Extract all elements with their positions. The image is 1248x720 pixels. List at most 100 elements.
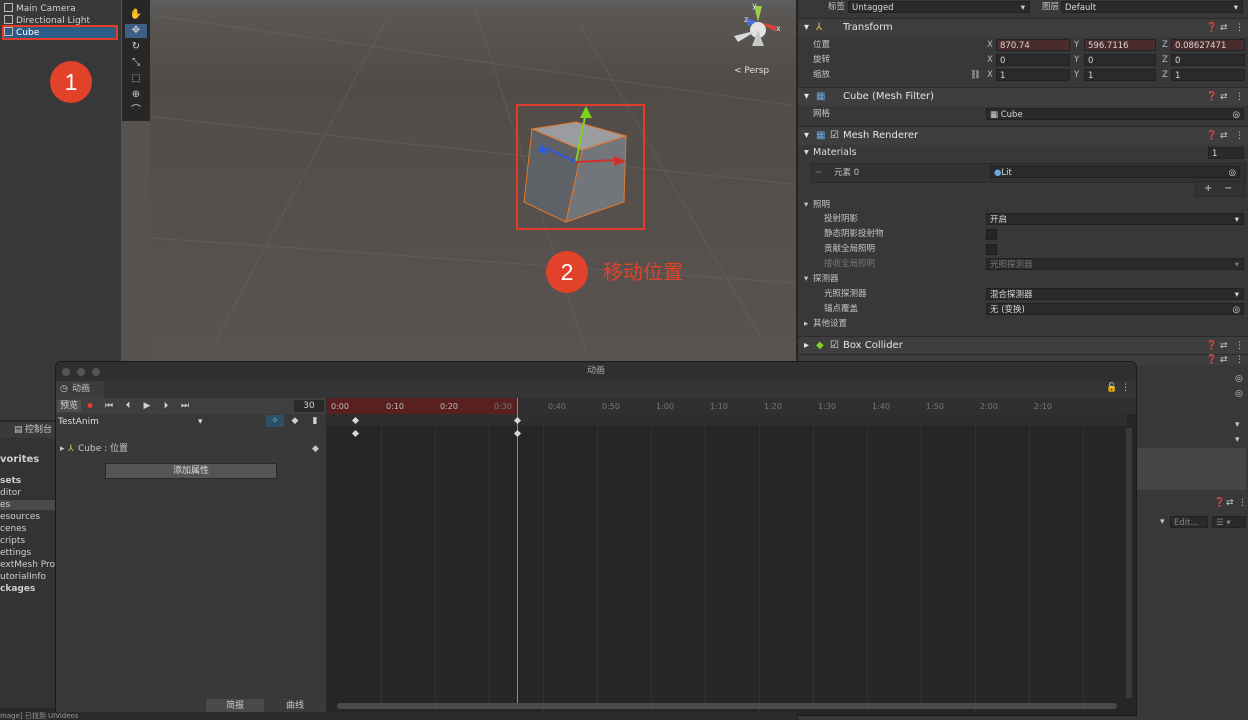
help-icon[interactable]: ❓ <box>1206 88 1217 106</box>
foldout-arrow-icon[interactable]: ▾ <box>804 272 808 286</box>
add-property-button[interactable]: 添加属性 <box>105 463 277 479</box>
rect-tool-icon[interactable]: ⬚ <box>125 72 147 86</box>
next-keyframe-icon[interactable]: ⏵ <box>159 400 173 412</box>
scene-view[interactable] <box>150 0 796 362</box>
move-tool-icon[interactable]: ✥ <box>125 24 147 38</box>
hand-tool-icon[interactable]: ✋ <box>125 8 147 22</box>
more-icon[interactable]: ⋮ <box>1235 88 1244 106</box>
help-icon[interactable]: ❓ <box>1206 127 1217 145</box>
other-settings-section[interactable]: ▸ 其他设置 <box>798 317 1248 331</box>
link-icon[interactable]: ⛓ <box>970 68 981 82</box>
more-icon[interactable]: ⋮ <box>1235 19 1244 37</box>
box-collider-header[interactable]: ▸ ◆ ☑ Box Collider ❓ ⇄ ⋮ <box>798 336 1248 355</box>
preset-icon[interactable]: ⇄ <box>1220 19 1228 37</box>
rotation-y-field[interactable]: 0 <box>1084 54 1156 66</box>
project-folder[interactable]: es <box>0 500 56 510</box>
project-assets[interactable]: sets <box>0 476 21 486</box>
drag-handle-icon[interactable]: ═ <box>816 164 821 182</box>
more-icon[interactable]: ⋮ <box>1238 498 1247 508</box>
play-icon[interactable]: ▶ <box>140 400 154 412</box>
scale-x-field[interactable]: 1 <box>996 69 1070 81</box>
animation-tab[interactable]: ◷ 动画 <box>56 381 104 398</box>
maximize-window-button[interactable] <box>92 368 100 376</box>
property-keyframe[interactable] <box>513 429 522 438</box>
lock-icon[interactable]: 🔓 <box>1106 383 1117 393</box>
scale-tool-icon[interactable]: ⤡ <box>125 56 147 70</box>
static-shadow-checkbox[interactable] <box>986 229 997 240</box>
project-folder[interactable]: cripts <box>0 536 25 546</box>
lighting-section[interactable]: ▾ 照明 <box>798 198 1248 212</box>
project-folder[interactable]: esources <box>0 512 40 522</box>
project-favorites[interactable]: vorites <box>0 454 39 465</box>
help-icon[interactable]: ❓ <box>1214 498 1225 508</box>
preset-icon[interactable]: ⇄ <box>1220 351 1228 369</box>
foldout-arrow-icon[interactable]: ▸ <box>804 317 808 331</box>
mesh-object-field[interactable]: ▦ Cube ◎ <box>986 108 1244 120</box>
enabled-checkbox-icon[interactable]: ☑ <box>830 337 839 355</box>
property-row[interactable]: ▸ ⅄ Cube : 位置 ◆ <box>56 442 326 456</box>
scale-z-field[interactable]: 1 <box>1171 69 1245 81</box>
more-icon[interactable]: ⋮ <box>1235 351 1244 369</box>
custom-tool-icon[interactable]: ⌒ <box>125 104 147 118</box>
materials-count-field[interactable]: 1 <box>1208 147 1244 159</box>
position-z-field[interactable]: 0.08627471 <box>1171 39 1245 51</box>
edit-button[interactable]: Edit... <box>1170 516 1208 528</box>
project-folder[interactable]: extMesh Pro <box>0 560 55 570</box>
mesh-filter-header[interactable]: ▾ ▦ Cube (Mesh Filter) ❓ ⇄ ⋮ <box>798 87 1248 106</box>
project-folder[interactable]: ettings <box>0 548 31 558</box>
close-window-button[interactable] <box>62 368 70 376</box>
cast-shadows-dropdown[interactable]: 开启 ▾ <box>986 213 1244 225</box>
hierarchy-item-cube[interactable]: Cube <box>4 27 39 38</box>
chevron-down-icon[interactable]: ▾ <box>1160 517 1165 527</box>
tag-dropdown[interactable]: Untagged ▾ <box>848 1 1030 13</box>
project-packages[interactable]: ckages <box>0 584 35 594</box>
previous-keyframe-icon[interactable]: ⏴ <box>121 400 135 412</box>
preset-icon[interactable]: ⇄ <box>1226 498 1234 508</box>
object-picker-icon[interactable]: ◎ <box>1233 109 1240 119</box>
add-keyframe-icon[interactable]: ✧ <box>266 415 284 427</box>
remove-icon[interactable]: − <box>1224 182 1232 196</box>
foldout-arrow-icon[interactable]: ▸ <box>804 337 809 355</box>
help-icon[interactable]: ❓ <box>1206 19 1217 37</box>
vertical-scrollbar[interactable] <box>1126 428 1132 698</box>
position-x-field[interactable]: 870.74 <box>996 39 1070 51</box>
project-folder[interactable]: cenes <box>0 524 26 534</box>
playhead[interactable] <box>517 398 518 704</box>
materials-row[interactable]: ▾ Materials 1 <box>798 146 1248 160</box>
foldout-arrow-icon[interactable]: ▾ <box>804 19 809 37</box>
transform-tool-icon[interactable]: ⊕ <box>125 88 147 102</box>
horizontal-scrollbar[interactable] <box>337 703 1117 709</box>
preset-icon[interactable]: ⇄ <box>1220 88 1228 106</box>
add-icon[interactable]: + <box>1204 182 1212 196</box>
property-keyframe[interactable] <box>351 429 360 438</box>
project-folder[interactable]: utorialInfo <box>0 572 46 582</box>
orientation-gizmo-icon[interactable]: y x z <box>728 0 788 60</box>
foldout-arrow-icon[interactable]: ▾ <box>804 127 809 145</box>
probes-section[interactable]: ▾ 探测器 <box>798 272 1248 286</box>
light-probes-dropdown[interactable]: 混合探测器 ▾ <box>986 288 1244 300</box>
layer-dropdown[interactable]: Default ▾ <box>1061 1 1243 13</box>
foldout-arrow-icon[interactable]: ▾ <box>804 146 809 160</box>
hierarchy-item-directional-light[interactable]: Directional Light <box>4 15 90 26</box>
object-picker-icon[interactable]: ◎ <box>1233 304 1240 314</box>
preview-button[interactable]: 预览 <box>57 400 81 412</box>
more-icon[interactable]: ⋮ <box>1235 127 1244 145</box>
dopesheet-tab[interactable]: 简报 <box>206 699 264 713</box>
material-object-field[interactable]: ●Lit ◎ <box>990 166 1240 178</box>
mesh-renderer-header[interactable]: ▾ ▦ ☑ Mesh Renderer ❓ ⇄ ⋮ <box>798 126 1248 145</box>
enabled-checkbox-icon[interactable]: ☑ <box>830 127 839 145</box>
rotation-z-field[interactable]: 0 <box>1171 54 1245 66</box>
anchor-object-field[interactable]: 无 (变换) ◎ <box>986 303 1244 315</box>
record-button-icon[interactable]: ⏺ <box>83 400 97 412</box>
filter-dropdown[interactable]: ☰ ▾ <box>1212 516 1246 528</box>
clip-dropdown[interactable]: TestAnim ▾ <box>58 415 208 429</box>
chevron-down-icon[interactable]: ▾ <box>1235 435 1240 445</box>
last-keyframe-icon[interactable]: ⏭ <box>178 400 192 412</box>
foldout-arrow-icon[interactable]: ▸ <box>60 442 65 456</box>
object-picker-icon[interactable]: ◎ <box>1235 389 1243 399</box>
help-icon[interactable]: ❓ <box>1206 351 1217 369</box>
curves-tab[interactable]: 曲线 <box>266 699 324 713</box>
frame-field[interactable]: 30 <box>294 400 324 412</box>
scale-y-field[interactable]: 1 <box>1084 69 1156 81</box>
add-event-icon[interactable]: ▮ <box>308 415 322 427</box>
